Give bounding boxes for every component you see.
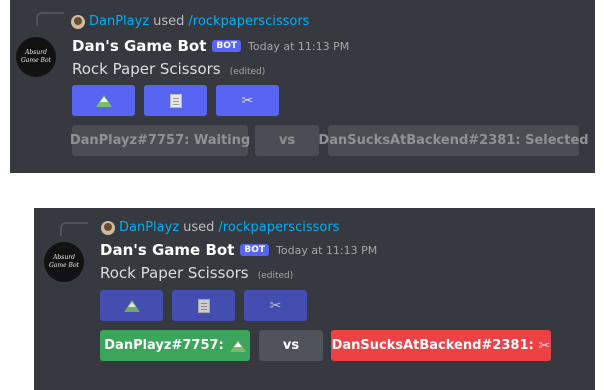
edited-label: (edited): [229, 67, 266, 77]
message-content: Rock Paper Scissors: [72, 60, 221, 78]
scissors-button[interactable]: ✂: [216, 85, 279, 116]
paper-button[interactable]: [144, 85, 207, 116]
reply-username[interactable]: DanPlayz: [119, 220, 179, 235]
rock-button[interactable]: [100, 290, 163, 321]
message-body: Rock Paper Scissors (edited): [72, 59, 265, 78]
player2-result-button: DanSucksAtBackend#2381: ✂: [331, 330, 551, 361]
player2-status-button: DanSucksAtBackend#2381: Selected: [318, 125, 589, 156]
scissors-icon: ✂: [538, 337, 551, 354]
edited-label: (edited): [257, 271, 294, 281]
player1-result-button: DanPlayz#7757:: [100, 330, 250, 361]
vs-button: vs: [255, 125, 319, 156]
player2-label: DanSucksAtBackend#2381:: [331, 338, 534, 353]
message-panel-2: DanPlayz used /rockpaperscissors Absurd …: [34, 208, 595, 390]
message-timestamp: Today at 11:13 PM: [248, 39, 350, 53]
scissors-icon: ✂: [241, 92, 254, 109]
mountain-icon: [95, 94, 112, 107]
bot-name[interactable]: Dan's Game Bot: [100, 241, 234, 259]
bot-badge: BOT: [240, 244, 270, 256]
message-header: Dan's Game Bot BOT Today at 11:13 PM: [72, 37, 349, 55]
player1-status-button: DanPlayz#7757: Waiting: [70, 125, 250, 156]
reply-command[interactable]: /rockpaperscissors: [188, 14, 309, 29]
message-panel-1: DanPlayz used /rockpaperscissors Absurd …: [10, 0, 595, 173]
paper-button[interactable]: [172, 290, 235, 321]
mountain-icon: [123, 299, 140, 312]
reply-used-label: used: [153, 14, 185, 29]
bot-badge: BOT: [212, 40, 242, 52]
message-content: Rock Paper Scissors: [100, 264, 249, 282]
reply-used-label: used: [183, 220, 215, 235]
bot-avatar[interactable]: Absurd Game Bot: [44, 242, 84, 282]
reply-username[interactable]: DanPlayz: [89, 14, 149, 29]
player1-label: DanPlayz#7757:: [104, 338, 224, 353]
message-timestamp: Today at 11:13 PM: [276, 243, 378, 257]
reply-command[interactable]: /rockpaperscissors: [218, 220, 339, 235]
page-icon: [197, 298, 210, 313]
user-avatar-icon: [101, 220, 115, 235]
bot-name[interactable]: Dan's Game Bot: [72, 37, 206, 55]
scissors-button[interactable]: ✂: [244, 290, 307, 321]
bot-avatar-logo: Absurd Game Bot: [49, 254, 79, 269]
reply-connector: [60, 222, 88, 236]
mountain-icon: [229, 339, 246, 352]
bot-avatar[interactable]: Absurd Game Bot: [16, 37, 56, 77]
page-icon: [169, 93, 182, 108]
rock-button[interactable]: [72, 85, 135, 116]
vs-button: vs: [259, 330, 323, 361]
reply-preview[interactable]: DanPlayz used /rockpaperscissors: [101, 220, 339, 235]
message-body: Rock Paper Scissors (edited): [100, 263, 293, 282]
reply-preview[interactable]: DanPlayz used /rockpaperscissors: [71, 14, 309, 29]
message-header: Dan's Game Bot BOT Today at 11:13 PM: [100, 241, 377, 259]
bot-avatar-logo: Absurd Game Bot: [21, 49, 51, 64]
user-avatar-icon: [71, 14, 85, 29]
scissors-icon: ✂: [269, 297, 282, 314]
reply-connector: [36, 12, 64, 26]
